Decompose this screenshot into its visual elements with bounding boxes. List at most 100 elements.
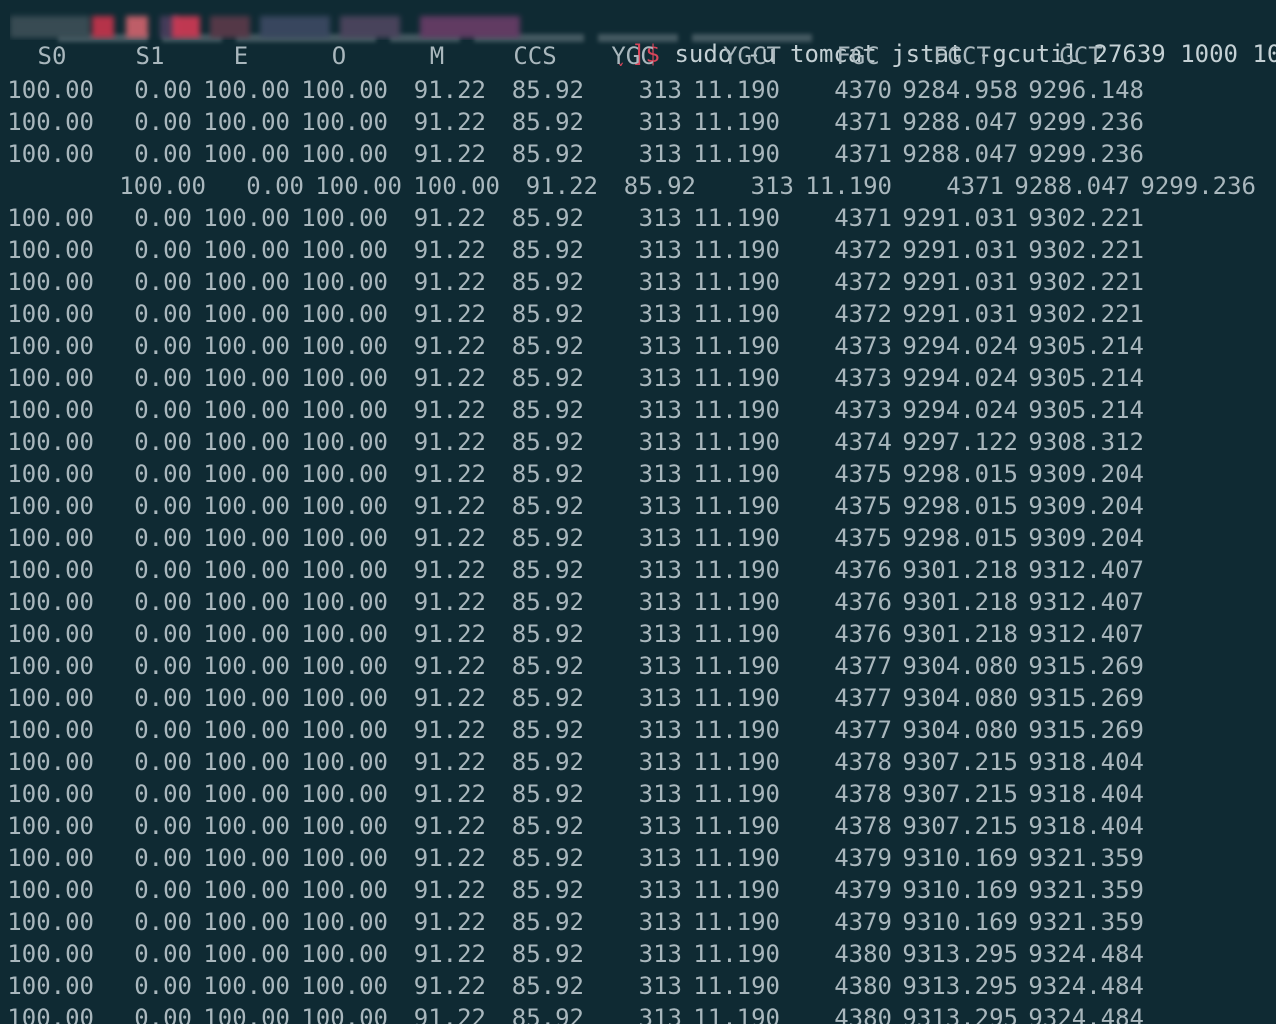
column-header-fgct: FGCT [933, 42, 991, 70]
table-cell-ygct: 11.190 [805, 172, 892, 200]
table-cell-ygct: 11.190 [693, 76, 780, 104]
table-cell-fgct: 9297.122 [902, 428, 1018, 456]
table-row: 100.00 0.00 100.00 100.00 91.22 85.92 313 11.19… [0, 394, 1276, 426]
prompt-line: ˯]$ sudo -u tomcat jstat -gcutil 27639 1… [0, 6, 1276, 68]
table-cell-ygct: 11.190 [693, 716, 780, 744]
table-cell-fgct: 9313.295 [902, 940, 1018, 968]
column-header-m: M [429, 42, 445, 70]
table-cell-fgc: 4379 [834, 876, 892, 904]
table-row: 100.00 0.00 100.00 100.00 91.22 85.92 313 11.19… [0, 330, 1276, 362]
table-cell-gct: 9308.312 [1028, 428, 1144, 456]
table-cell-gct: 9305.214 [1028, 364, 1144, 392]
table-cell-fgct: 9288.047 [902, 140, 1018, 168]
table-cell-gct: 9296.148 [1028, 76, 1144, 104]
table-cell-gct: 9299.236 [1028, 108, 1144, 136]
table-cell-fgc: 4373 [834, 396, 892, 424]
table-cell-gct: 9315.269 [1028, 716, 1144, 744]
table-cell-fgc: 4373 [834, 332, 892, 360]
table-cell-gct: 9318.404 [1028, 780, 1144, 808]
table-cell-fgc: 4377 [834, 716, 892, 744]
table-cell-fgc: 4377 [834, 652, 892, 680]
column-header-ygc: YGC [611, 42, 655, 70]
table-cell-fgc: 4380 [834, 972, 892, 1000]
table-row: 100.00 0.00 100.00 100.00 91.22 85.92 313 11.19… [0, 458, 1276, 490]
table-cell-fgct: 9307.215 [902, 748, 1018, 776]
table-cell-ygct: 11.190 [693, 940, 780, 968]
table-cell-gct: 9324.484 [1028, 972, 1144, 1000]
column-header-e: E [233, 42, 249, 70]
table-cell-ygct: 11.190 [693, 268, 780, 296]
table-cell-fgc: 4378 [834, 812, 892, 840]
table-cell-gct: 9321.359 [1028, 844, 1144, 872]
table-cell-ygct: 11.190 [693, 972, 780, 1000]
table-cell-gct: 9315.269 [1028, 684, 1144, 712]
column-header-s0: S0 [37, 42, 67, 70]
table-row: 100.00 0.00 100.00 100.00 91.22 85.92 313 11.19… [0, 522, 1276, 554]
table-cell-gct: 9299.236 [1140, 172, 1256, 200]
table-cell-fgct: 9294.024 [902, 364, 1018, 392]
table-cell-ygct: 11.190 [693, 908, 780, 936]
table-cell-ygct: 11.190 [693, 332, 780, 360]
terminal-window[interactable]: ˯]$ sudo -u tomcat jstat -gcutil 27639 1… [0, 0, 1276, 1024]
table-cell-ygct: 11.190 [693, 108, 780, 136]
table-header-row: S0 S1 E O M CCS YGC YGCT FGC FGCT GCT [0, 40, 1276, 72]
table-row: 100.00 0.00 100.00 100.00 91.22 85.92 313 11.19… [0, 490, 1276, 522]
table-cell-ygct: 11.190 [693, 780, 780, 808]
column-header-s1: S1 [135, 42, 165, 70]
table-cell-fgct: 9310.169 [902, 844, 1018, 872]
table-row: 100.00 0.00 100.00 100.00 91.22 85.92 313 11.19… [0, 778, 1276, 810]
table-cell-gct: 9305.214 [1028, 396, 1144, 424]
table-cell-fgct: 9291.031 [902, 204, 1018, 232]
table-row: 100.00 0.00 100.00 100.00 91.22 85.92 313 11.19… [0, 810, 1276, 842]
table-cell-ygct: 11.190 [693, 396, 780, 424]
table-cell-fgct: 9304.080 [902, 716, 1018, 744]
table-cell-fgct: 9291.031 [902, 236, 1018, 264]
table-cell-ygct: 11.190 [693, 620, 780, 648]
table-cell-fgct: 9291.031 [902, 300, 1018, 328]
table-row: 100.00 0.00 100.00 100.00 91.22 85.92 313 11.19… [0, 234, 1276, 266]
table-cell-gct: 9312.407 [1028, 620, 1144, 648]
table-cell-fgct: 9313.295 [902, 1004, 1018, 1024]
table-cell-gct: 9318.404 [1028, 812, 1144, 840]
column-header-ccs: CCS [513, 42, 557, 70]
table-row: 100.00 0.00 100.00 100.00 91.22 85.92 313 11.19… [0, 618, 1276, 650]
table-cell-fgct: 9288.047 [1014, 172, 1130, 200]
table-cell-fgc: 4371 [834, 108, 892, 136]
table-cell-ygct: 11.190 [693, 236, 780, 264]
table-cell-gct: 9309.204 [1028, 492, 1144, 520]
table-cell-ygct: 11.190 [693, 652, 780, 680]
table-cell-fgct: 9301.218 [902, 620, 1018, 648]
table-cell-ygct: 11.190 [693, 1004, 780, 1024]
table-cell-ygct: 11.190 [693, 140, 780, 168]
table-cell-fgct: 9310.169 [902, 908, 1018, 936]
table-cell-fgct: 9301.218 [902, 588, 1018, 616]
table-row: 100.00 0.00 100.00 100.00 91.22 85.92 313 11.19… [0, 586, 1276, 618]
redacted-prompt-user-host [10, 10, 530, 40]
table-cell-fgc: 4375 [834, 492, 892, 520]
table-cell-fgc: 4376 [834, 556, 892, 584]
table-cell-fgc: 4375 [834, 460, 892, 488]
table-cell-ygct: 11.190 [693, 492, 780, 520]
table-cell-fgc: 4379 [834, 908, 892, 936]
table-cell-gct: 9302.221 [1028, 268, 1144, 296]
table-cell-fgc: 4380 [834, 940, 892, 968]
table-cell-gct: 9324.484 [1028, 940, 1144, 968]
column-header-fgc: FGC [836, 42, 880, 70]
table-row: 100.00 0.00 100.00 100.00 91.22 85.92 313 11.19… [0, 714, 1276, 746]
table-cell-ygct: 11.190 [693, 812, 780, 840]
table-cell-fgct: 9307.215 [902, 780, 1018, 808]
column-header-ygct: YGCT [723, 42, 781, 70]
table-cell-fgct: 9298.015 [902, 492, 1018, 520]
table-cell-fgct: 9298.015 [902, 524, 1018, 552]
table-row: 100.00 0.00 100.00 100.00 91.22 85.92 313 11.19… [0, 842, 1276, 874]
table-cell-gct: 9305.214 [1028, 332, 1144, 360]
table-cell-gct: 9302.221 [1028, 300, 1144, 328]
table-cell-ygct: 11.190 [693, 684, 780, 712]
table-cell-ygct: 11.190 [693, 460, 780, 488]
table-row: 100.00 0.00 100.00 100.00 91.22 85.92 313 11.19… [0, 970, 1276, 1002]
table-cell-fgct: 9291.031 [902, 268, 1018, 296]
table-row: 100.00 0.00 100.00 100.00 91.22 85.92 313 11.19… [0, 554, 1276, 586]
table-cell-ygct: 11.190 [693, 748, 780, 776]
table-cell-fgct: 9307.215 [902, 812, 1018, 840]
table-cell-ygct: 11.190 [693, 556, 780, 584]
